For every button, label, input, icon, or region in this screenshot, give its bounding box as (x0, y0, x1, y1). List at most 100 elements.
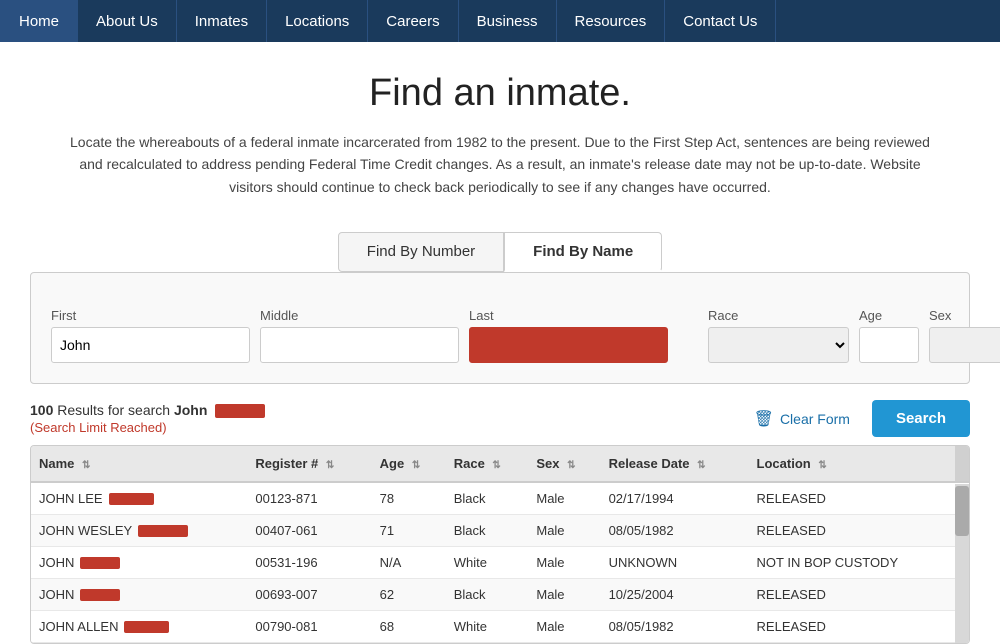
col-race[interactable]: Race ⇅ (446, 446, 529, 482)
nav-inmates[interactable]: Inmates (177, 0, 267, 42)
cell-name: JOHN (31, 547, 247, 579)
middle-name-input[interactable] (260, 327, 459, 363)
cell-release_date: 10/25/2004 (601, 579, 749, 611)
age-label: Age (859, 308, 919, 323)
nav-home[interactable]: Home (0, 0, 78, 42)
sex-select[interactable]: Male Female (929, 327, 1000, 363)
race-select[interactable]: Black White Hispanic Asian Native Americ… (708, 327, 849, 363)
race-group: Race Black White Hispanic Asian Native A… (708, 308, 849, 363)
cell-location: RELEASED (749, 482, 955, 515)
cell-race: Black (446, 579, 529, 611)
sort-arrows-release: ⇅ (697, 460, 705, 471)
name-redacted-badge (109, 493, 154, 505)
sort-arrows-name: ⇅ (82, 460, 90, 471)
cell-age: 68 (372, 611, 446, 643)
table-header: Name ⇅ Register # ⇅ Age ⇅ Race ⇅ Sex ⇅ R… (31, 446, 969, 482)
search-button[interactable]: Search (872, 400, 970, 437)
name-cell: JOHN LEE (39, 491, 239, 506)
age-input[interactable] (859, 327, 919, 363)
table-row[interactable]: JOHN00531-196N/AWhiteMaleUNKNOWNNOT IN B… (31, 547, 969, 579)
col-register[interactable]: Register # ⇅ (247, 446, 371, 482)
table-row[interactable]: JOHN LEE00123-87178BlackMale02/17/1994RE… (31, 482, 969, 515)
results-term: John (174, 402, 207, 418)
results-table: Name ⇅ Register # ⇅ Age ⇅ Race ⇅ Sex ⇅ R… (31, 446, 969, 643)
age-group: Age (859, 308, 919, 363)
trash-icon: 🗑 (754, 409, 774, 429)
col-name[interactable]: Name ⇅ (31, 446, 247, 482)
sort-arrows-register: ⇅ (326, 460, 334, 471)
first-name-label: First (51, 308, 250, 323)
tab-find-by-number[interactable]: Find By Number (338, 232, 504, 272)
first-name-group: First (51, 308, 250, 363)
nav-contact[interactable]: Contact Us (665, 0, 776, 42)
cell-age: 71 (372, 515, 446, 547)
scrollbar-track[interactable] (955, 484, 969, 643)
cell-name: JOHN (31, 579, 247, 611)
cell-sex: Male (528, 611, 600, 643)
nav-locations[interactable]: Locations (267, 0, 368, 42)
cell-register: 00407-061 (247, 515, 371, 547)
cell-location: NOT IN BOP CUSTODY (749, 547, 955, 579)
cell-name: JOHN ALLEN (31, 611, 247, 643)
nav-resources[interactable]: Resources (557, 0, 666, 42)
nav-about[interactable]: About Us (78, 0, 177, 42)
last-name-input[interactable] (469, 327, 668, 363)
col-release-date[interactable]: Release Date ⇅ (601, 446, 749, 482)
cell-race: Black (446, 515, 529, 547)
results-header: 100 Results for search John (Search Limi… (30, 400, 970, 437)
clear-form-label: Clear Form (780, 411, 850, 427)
middle-name-label: Middle (260, 308, 459, 323)
sort-arrows-sex: ⇅ (567, 460, 575, 471)
nav-business[interactable]: Business (459, 0, 557, 42)
redacted-badge (215, 404, 265, 418)
name-redacted-badge (80, 557, 120, 569)
first-name-input[interactable] (51, 327, 250, 363)
nav-careers[interactable]: Careers (368, 0, 458, 42)
middle-name-group: Middle (260, 308, 459, 363)
sex-label: Sex (929, 308, 1000, 323)
sort-arrows-race: ⇅ (492, 460, 500, 471)
cell-sex: Male (528, 482, 600, 515)
sort-arrows-location: ⇅ (818, 460, 826, 471)
col-age[interactable]: Age ⇅ (372, 446, 446, 482)
table-row[interactable]: JOHN00693-00762BlackMale10/25/2004RELEAS… (31, 579, 969, 611)
name-cell: JOHN (39, 555, 239, 570)
results-table-wrapper: Name ⇅ Register # ⇅ Age ⇅ Race ⇅ Sex ⇅ R… (30, 445, 970, 644)
cell-release_date: 08/05/1982 (601, 611, 749, 643)
col-sex[interactable]: Sex ⇅ (528, 446, 600, 482)
cell-name: JOHN WESLEY (31, 515, 247, 547)
name-redacted-badge (124, 621, 169, 633)
clear-form-button[interactable]: 🗑 Clear Form (742, 401, 862, 437)
cell-register: 00531-196 (247, 547, 371, 579)
cell-location: RELEASED (749, 579, 955, 611)
name-redacted-badge (138, 525, 188, 537)
cell-register: 00123-871 (247, 482, 371, 515)
cell-release_date: 08/05/1982 (601, 515, 749, 547)
cell-release_date: 02/17/1994 (601, 482, 749, 515)
navigation: Home About Us Inmates Locations Careers … (0, 0, 1000, 42)
table-row[interactable]: JOHN WESLEY00407-06171BlackMale08/05/198… (31, 515, 969, 547)
cell-location: RELEASED (749, 611, 955, 643)
table-body: JOHN LEE00123-87178BlackMale02/17/1994RE… (31, 482, 969, 643)
results-info: 100 Results for search John (Search Limi… (30, 402, 265, 435)
table-scroll-area: Name ⇅ Register # ⇅ Age ⇅ Race ⇅ Sex ⇅ R… (31, 446, 969, 643)
tab-find-by-name[interactable]: Find By Name (504, 232, 662, 272)
sex-group: Sex Male Female (929, 308, 1000, 363)
col-location[interactable]: Location ⇅ (749, 446, 955, 482)
search-limit: (Search Limit Reached) (30, 420, 265, 435)
cell-age: N/A (372, 547, 446, 579)
action-buttons: 🗑 Clear Form Search (742, 400, 970, 437)
table-row[interactable]: JOHN ALLEN00790-08168WhiteMale08/05/1982… (31, 611, 969, 643)
last-name-label: Last (469, 308, 668, 323)
cell-sex: Male (528, 547, 600, 579)
name-cell: JOHN (39, 587, 239, 602)
tab-group: Find By Number Find By Name (0, 232, 1000, 272)
cell-name: JOHN LEE (31, 482, 247, 515)
page-title: Find an inmate. (60, 72, 940, 115)
cell-race: White (446, 547, 529, 579)
last-name-group: Last (469, 308, 668, 363)
hero-description: Locate the whereabouts of a federal inma… (70, 131, 930, 198)
cell-age: 78 (372, 482, 446, 515)
name-redacted-badge (80, 589, 120, 601)
scrollbar-thumb[interactable] (955, 486, 969, 536)
